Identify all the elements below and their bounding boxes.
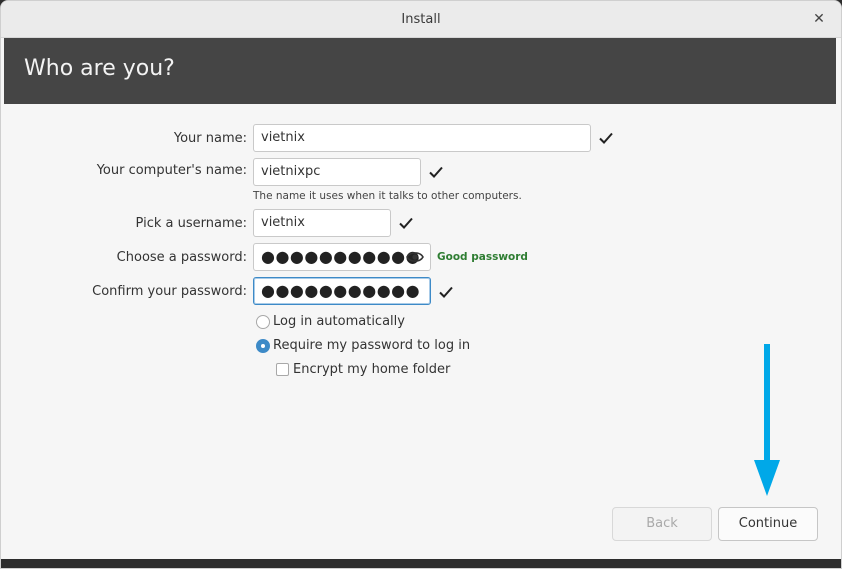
your-name-label: Your name: xyxy=(173,131,247,146)
password-label: Choose a password: xyxy=(116,250,247,265)
confirm-password-label: Confirm your password: xyxy=(92,284,247,299)
continue-button[interactable]: Continue xyxy=(718,507,818,541)
page-title: Who are you? xyxy=(24,56,175,81)
password-strength: Good password xyxy=(437,251,528,263)
computer-name-label: Your computer's name: xyxy=(96,163,247,178)
back-button[interactable]: Back xyxy=(612,507,712,541)
arrow-down-icon xyxy=(754,344,780,496)
confirm-password-dots: ●●●●●●●●●●● xyxy=(261,281,421,300)
login-auto-label[interactable]: Log in automatically xyxy=(273,314,405,329)
close-icon[interactable]: ✕ xyxy=(811,11,827,27)
computer-name-input[interactable]: vietnixpc xyxy=(253,158,421,186)
check-icon xyxy=(399,217,413,229)
password-input[interactable]: ●●●●●●●●●●● xyxy=(253,243,431,271)
computer-name-hint: The name it uses when it talks to other … xyxy=(253,190,522,202)
check-icon xyxy=(429,166,443,178)
form-area: Your name: vietnix Your computer's name:… xyxy=(4,104,836,559)
eye-icon[interactable] xyxy=(406,250,424,264)
check-icon xyxy=(439,286,453,298)
require-password-label[interactable]: Require my password to log in xyxy=(273,338,470,353)
title-bar: Install ✕ xyxy=(1,1,841,38)
username-label: Pick a username: xyxy=(135,216,247,231)
bottom-strip xyxy=(1,559,841,568)
window-title: Install xyxy=(401,12,441,27)
require-password-radio[interactable] xyxy=(256,339,270,353)
check-icon xyxy=(599,132,613,144)
encrypt-home-label[interactable]: Encrypt my home folder xyxy=(293,362,450,377)
installer-window: Install ✕ Who are you? Your name: vietni… xyxy=(0,0,842,569)
your-name-input[interactable]: vietnix xyxy=(253,124,591,152)
page-header: Who are you? xyxy=(4,38,836,104)
encrypt-home-checkbox[interactable] xyxy=(276,363,289,376)
login-auto-radio[interactable] xyxy=(256,315,270,329)
username-input[interactable]: vietnix xyxy=(253,209,391,237)
password-dots: ●●●●●●●●●●● xyxy=(261,247,421,266)
confirm-password-input[interactable]: ●●●●●●●●●●● xyxy=(253,277,431,305)
